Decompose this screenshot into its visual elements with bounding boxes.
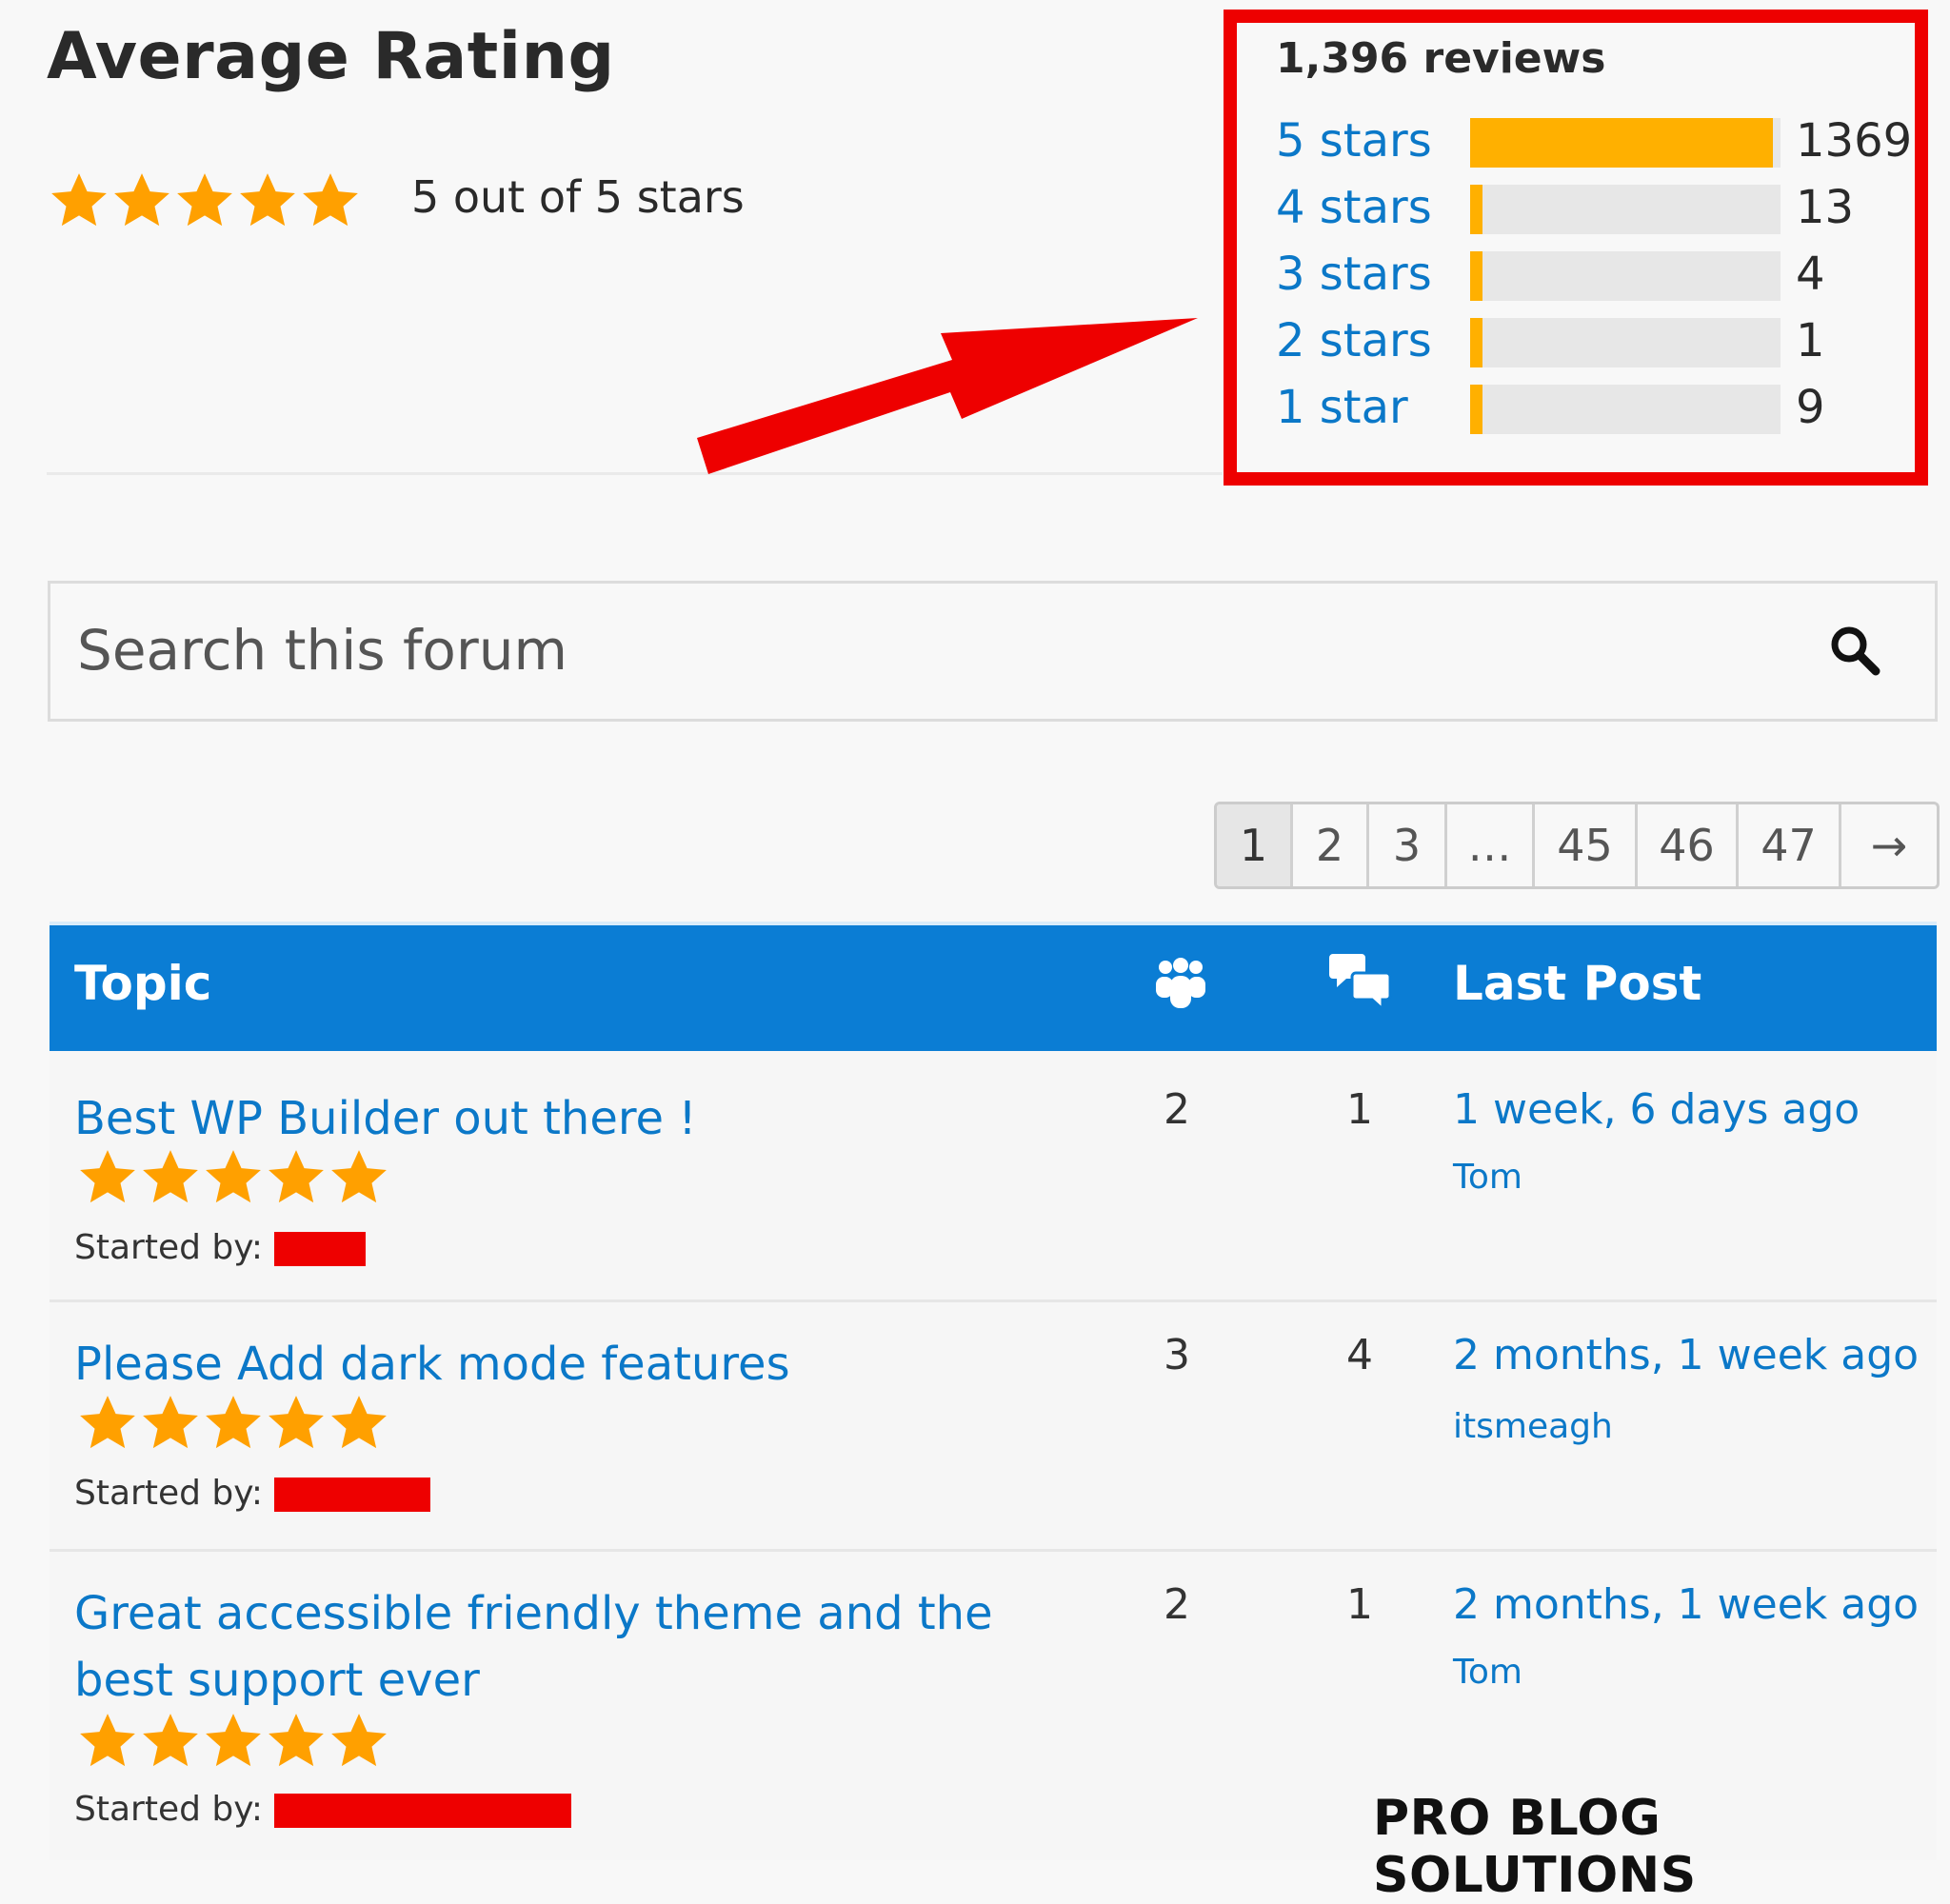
rating-count: 1369 [1796, 114, 1913, 168]
redacted-author [274, 1232, 367, 1266]
chat-bubbles-icon [1329, 954, 1392, 1013]
started-by: Started by: [74, 1228, 367, 1267]
watermark-logo: PRO BLOG SOLUTIONS [1373, 1790, 1697, 1904]
star-icon [143, 1150, 198, 1203]
rating-row-5: 5 stars 1369 [1276, 114, 1912, 171]
last-post-time-link[interactable]: 2 months, 1 week ago [1453, 1331, 1919, 1379]
page-link[interactable]: 2 [1293, 804, 1369, 886]
last-post-column-header: Last Post [1453, 956, 1702, 1011]
page-link[interactable]: 47 [1739, 804, 1841, 886]
rating-row-4: 4 stars 13 [1276, 181, 1904, 238]
star-icon [206, 1396, 261, 1449]
average-star-rating [48, 169, 362, 232]
rating-row-3: 3 stars 4 [1276, 248, 1904, 305]
star-icon [269, 1150, 324, 1203]
rating-bar-fill [1470, 318, 1483, 367]
started-by: Started by: [74, 1790, 572, 1829]
pagination: 1 2 3 … 45 46 47 → [1214, 802, 1940, 889]
rating-filter-link[interactable]: 4 stars [1276, 181, 1432, 234]
topic-star-rating [76, 1710, 390, 1773]
rating-row-1: 1 star 9 [1276, 381, 1904, 438]
rating-filter-link[interactable]: 2 stars [1276, 314, 1432, 367]
page-ellipsis: … [1447, 804, 1535, 886]
topic-title-link[interactable]: Great accessible friendly theme and the … [74, 1580, 1026, 1714]
started-by: Started by: [74, 1474, 431, 1513]
search-icon[interactable] [1826, 622, 1883, 679]
rating-bar-fill [1470, 251, 1483, 301]
rating-bar [1470, 318, 1781, 367]
topics-table-header: Topic Last Post [50, 922, 1937, 1051]
star-icon [114, 173, 169, 227]
voices-count: 2 [1164, 1580, 1190, 1629]
replies-count: 1 [1346, 1580, 1373, 1629]
users-icon [1156, 958, 1205, 1008]
last-post-time-link[interactable]: 2 months, 1 week ago [1453, 1580, 1919, 1629]
rating-filter-link[interactable]: 3 stars [1276, 248, 1432, 301]
topic-column-header: Topic [74, 956, 212, 1011]
topic-row: Please Add dark mode features Started by… [50, 1302, 1937, 1552]
star-icon [206, 1714, 261, 1767]
forum-search [48, 581, 1938, 722]
page-link[interactable]: 45 [1535, 804, 1638, 886]
rating-bar-fill [1470, 118, 1774, 168]
rating-filter-link[interactable]: 5 stars [1276, 114, 1432, 168]
star-icon [331, 1714, 387, 1767]
page-link[interactable]: 46 [1638, 804, 1739, 886]
rating-row-2: 2 stars 1 [1276, 314, 1904, 371]
started-by-label: Started by: [74, 1790, 264, 1829]
star-icon [51, 173, 107, 227]
star-icon [331, 1150, 387, 1203]
voices-count: 3 [1164, 1331, 1190, 1379]
rating-bar-fill [1470, 385, 1483, 434]
star-icon [80, 1396, 135, 1449]
replies-count: 4 [1346, 1331, 1373, 1379]
star-icon [303, 173, 358, 227]
topic-star-rating [76, 1146, 390, 1209]
replies-count: 1 [1346, 1085, 1373, 1134]
last-post-author-link[interactable]: Tom [1453, 1158, 1522, 1197]
red-arrow-annotation [697, 318, 1198, 474]
rating-bar-fill [1470, 185, 1483, 234]
topic-title-link[interactable]: Best WP Builder out there ! [74, 1085, 1026, 1152]
last-post-time-link[interactable]: 1 week, 6 days ago [1453, 1085, 1860, 1134]
arrow-shape [697, 318, 1198, 474]
voices-count: 2 [1164, 1085, 1190, 1134]
rating-bar [1470, 385, 1781, 434]
redacted-author [274, 1794, 572, 1828]
star-icon [269, 1714, 324, 1767]
star-icon [206, 1150, 261, 1203]
topic-row: Best WP Builder out there ! Started by: … [50, 1051, 1937, 1302]
started-by-label: Started by: [74, 1474, 264, 1513]
rating-bar [1470, 251, 1781, 301]
last-post-author-link[interactable]: itsmeagh [1453, 1407, 1613, 1446]
average-rating-summary: 5 out of 5 stars [411, 171, 745, 223]
star-icon [143, 1714, 198, 1767]
last-post-author-link[interactable]: Tom [1453, 1653, 1522, 1692]
redacted-author [274, 1478, 431, 1512]
search-input[interactable] [77, 612, 1791, 688]
next-page-button[interactable]: → [1841, 804, 1937, 886]
rating-filter-link[interactable]: 1 star [1276, 381, 1408, 434]
average-rating-title: Average Rating [47, 19, 615, 94]
topic-star-rating [76, 1392, 390, 1455]
rating-count: 4 [1796, 248, 1825, 301]
star-icon [80, 1714, 135, 1767]
rating-count: 1 [1796, 314, 1825, 367]
star-icon [331, 1396, 387, 1449]
page-current: 1 [1217, 804, 1293, 886]
star-icon [143, 1396, 198, 1449]
rating-count: 9 [1796, 381, 1825, 434]
reviews-total: 1,396 reviews [1276, 34, 1606, 83]
rating-bar [1470, 118, 1781, 168]
star-icon [177, 173, 232, 227]
topic-title-link[interactable]: Please Add dark mode features [74, 1331, 1026, 1398]
rating-count: 13 [1796, 181, 1855, 234]
star-icon [269, 1396, 324, 1449]
page-link[interactable]: 3 [1369, 804, 1447, 886]
star-icon [240, 173, 295, 227]
rating-bar [1470, 185, 1781, 234]
star-icon [80, 1150, 135, 1203]
started-by-label: Started by: [74, 1228, 264, 1267]
